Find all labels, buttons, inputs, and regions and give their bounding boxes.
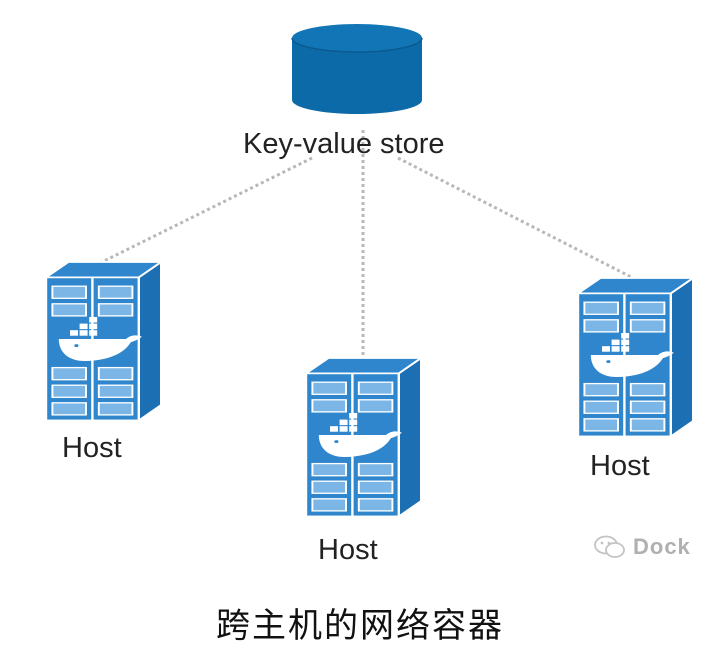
store-label: Key-value store [243,128,445,160]
link-lines [99,130,638,358]
server-icon-host-1 [44,260,163,422]
watermark: Dock [593,534,691,560]
database-icon [291,24,423,114]
figure-caption: 跨主机的网络容器 [216,606,504,646]
host-label: Host [62,432,122,464]
watermark-text: Dock [633,534,691,559]
server-icon-host-2 [304,356,423,518]
link-store-host-1 [99,156,313,265]
wechat-icon [594,535,625,558]
host-label: Host [590,450,650,482]
link-store-host-3 [397,156,638,282]
host-label: Host [318,534,378,566]
server-icon-host-3 [576,276,695,438]
